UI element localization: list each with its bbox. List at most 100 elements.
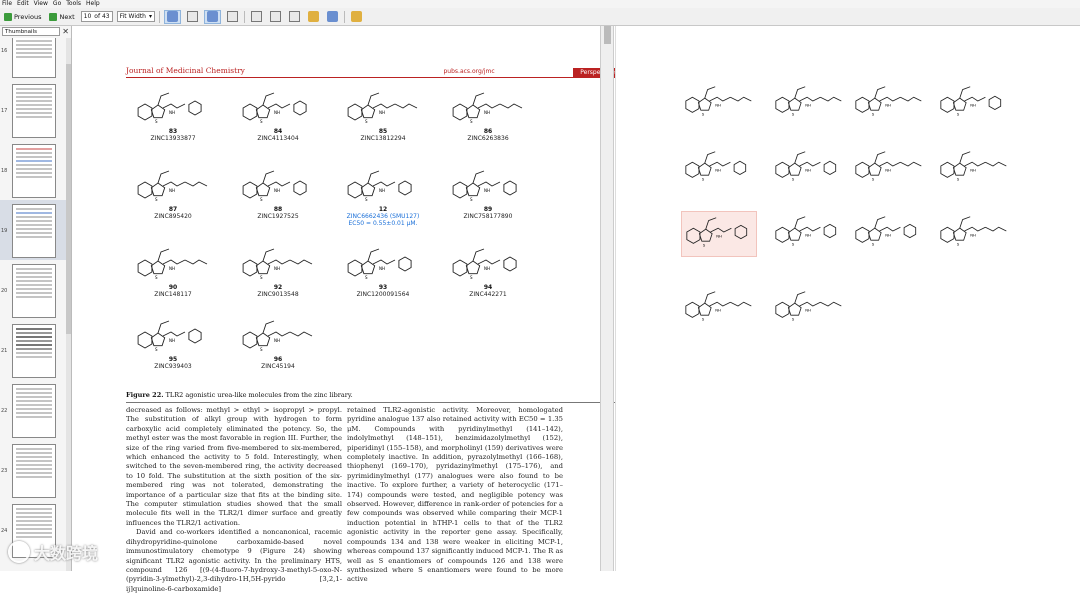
- svg-text:NH: NH: [274, 110, 280, 115]
- svg-text:S: S: [365, 119, 368, 124]
- thumbnail-item[interactable]: 21: [0, 320, 66, 380]
- thumbnail-item[interactable]: 23: [0, 440, 66, 500]
- select-text-button[interactable]: [185, 10, 200, 24]
- zinc-id: ZINC4113404: [257, 135, 299, 142]
- structure-thumbnail[interactable]: NH S: [681, 286, 757, 332]
- structure-thumbnail[interactable]: NH S: [851, 211, 927, 257]
- thumbnail-list[interactable]: 16 17 18 19 20 21 22 23 24: [0, 38, 66, 571]
- compound-90: NH S 90 ZINC148117: [128, 244, 218, 298]
- structure-thumbnail[interactable]: NH S: [851, 146, 927, 192]
- menu-go[interactable]: Go: [53, 0, 61, 8]
- compound-12: NH S 12 ZINC6662436 (SMU127) EC50 = 0.55±0.0…: [338, 166, 428, 227]
- sidebar-header: Thumbnails ✕: [0, 26, 71, 37]
- figure-label: Figure 22.: [126, 391, 164, 399]
- compound-84: NH S 84 ZINC4113404: [233, 88, 323, 142]
- zoom-select[interactable]: Fit Width ▾: [116, 11, 155, 22]
- svg-text:NH: NH: [169, 188, 175, 193]
- previous-button[interactable]: Previous: [2, 10, 43, 24]
- thumbnail-item[interactable]: 18: [0, 140, 66, 200]
- page-thumbnail[interactable]: [12, 144, 56, 198]
- svg-text:NH: NH: [970, 103, 976, 108]
- scrollbar-thumb[interactable]: [66, 64, 71, 334]
- thumbnail-item-selected[interactable]: 19: [0, 200, 66, 260]
- settings-button[interactable]: [349, 10, 364, 24]
- page-thumbnail[interactable]: [12, 264, 56, 318]
- snapshot-button[interactable]: [268, 10, 283, 24]
- compound-number: 12: [378, 206, 388, 213]
- sidebar-mode-select[interactable]: Thumbnails: [2, 27, 60, 36]
- svg-text:S: S: [470, 119, 473, 124]
- structure-preview-pane: NH S NH S NH S NH S NH S NH S NH S NH S NH S NH S NH S NH S NH S N…: [615, 26, 1080, 571]
- compound-89: NH S 89 ZINC758177890: [443, 166, 533, 220]
- page-number-field[interactable]: 10 of 43: [80, 11, 113, 22]
- thumbnail-item[interactable]: 20: [0, 260, 66, 320]
- zinc-id: ZINC895420: [154, 213, 192, 220]
- highlight-button[interactable]: [306, 10, 321, 24]
- toolbar: Previous Next 10 of 43 Fit Width ▾: [0, 8, 1080, 26]
- svg-text:NH: NH: [274, 338, 280, 343]
- structure-thumbnail[interactable]: NH S: [936, 146, 1012, 192]
- compound-number: 83: [168, 128, 178, 135]
- zoom-out-icon: [227, 11, 238, 22]
- zoom-out-button[interactable]: [225, 10, 240, 24]
- find-button[interactable]: [325, 10, 340, 24]
- svg-text:S: S: [792, 241, 795, 246]
- page-thumbnail[interactable]: [12, 204, 56, 258]
- page-thumbnail[interactable]: [12, 324, 56, 378]
- page-thumbnail[interactable]: [12, 84, 56, 138]
- zinc-id: ZINC6263836: [467, 135, 509, 142]
- menu-file[interactable]: File: [2, 0, 12, 8]
- thumbnail-item[interactable]: 16: [0, 38, 66, 80]
- print-button[interactable]: [287, 10, 302, 24]
- structure-thumbnail[interactable]: NH S: [771, 211, 847, 257]
- sidebar-scrollbar[interactable]: [66, 38, 71, 571]
- hand-tool-button[interactable]: [164, 9, 181, 24]
- structure-thumbnail[interactable]: NH S: [681, 81, 757, 127]
- close-icon[interactable]: ✕: [62, 27, 69, 36]
- page-input[interactable]: 10: [84, 12, 92, 21]
- svg-text:S: S: [155, 275, 158, 280]
- menu-view[interactable]: View: [34, 0, 48, 8]
- page-number: 23: [1, 468, 8, 474]
- page-scrollbar[interactable]: [600, 26, 614, 571]
- page-thumbnail[interactable]: [12, 384, 56, 438]
- structure-thumbnail[interactable]: NH S: [851, 81, 927, 127]
- next-button[interactable]: Next: [47, 10, 76, 24]
- structure-thumbnail[interactable]: NH S: [771, 146, 847, 192]
- menu-edit[interactable]: Edit: [17, 0, 29, 8]
- zinc-id: ZINC758177890: [463, 213, 513, 220]
- zoom-in-button[interactable]: [204, 9, 221, 24]
- svg-text:NH: NH: [274, 266, 280, 271]
- zinc-id: ZINC45194: [261, 363, 295, 370]
- menu-tools[interactable]: Tools: [66, 0, 81, 8]
- structure-thumbnail[interactable]: NH S: [771, 286, 847, 332]
- svg-text:S: S: [957, 241, 960, 246]
- structure-thumbnail[interactable]: NH S: [936, 211, 1012, 257]
- page-thumbnail[interactable]: [12, 444, 56, 498]
- svg-text:S: S: [872, 111, 875, 116]
- journal-url[interactable]: pubs.acs.org/jmc: [444, 68, 495, 77]
- arrow-up-icon: [4, 12, 12, 21]
- thumbnail-item[interactable]: 22: [0, 380, 66, 440]
- zinc-id: ZINC9013548: [257, 291, 299, 298]
- hand-icon: [167, 11, 178, 22]
- thumbnail-item[interactable]: 17: [0, 80, 66, 140]
- structure-thumbnail[interactable]: NH S: [681, 146, 757, 192]
- arrow-down-icon: [49, 12, 58, 21]
- toolbar-separator: [344, 10, 345, 23]
- text-column-left: decreased as follows: methyl > ethyl > i…: [126, 406, 342, 594]
- structure-thumbnail[interactable]: NH S: [771, 81, 847, 127]
- menu-help[interactable]: Help: [86, 0, 100, 8]
- page-thumbnail[interactable]: [12, 38, 56, 78]
- zinc-id: ZINC939403: [154, 363, 192, 370]
- structure-thumbnail-highlighted[interactable]: NH S: [681, 211, 757, 257]
- copy-button[interactable]: [249, 10, 264, 24]
- compound-number: 92: [273, 284, 283, 291]
- zinc-id: ZINC6662436 (SMU127): [346, 213, 420, 220]
- compound-number: 95: [168, 356, 178, 363]
- scrollbar-thumb[interactable]: [604, 26, 611, 44]
- structure-thumbnail[interactable]: NH S: [936, 81, 1012, 127]
- document-page: Journal of Medicinal Chemistry pubs.acs.…: [73, 26, 622, 593]
- svg-text:S: S: [872, 241, 875, 246]
- compound-number: 94: [483, 284, 493, 291]
